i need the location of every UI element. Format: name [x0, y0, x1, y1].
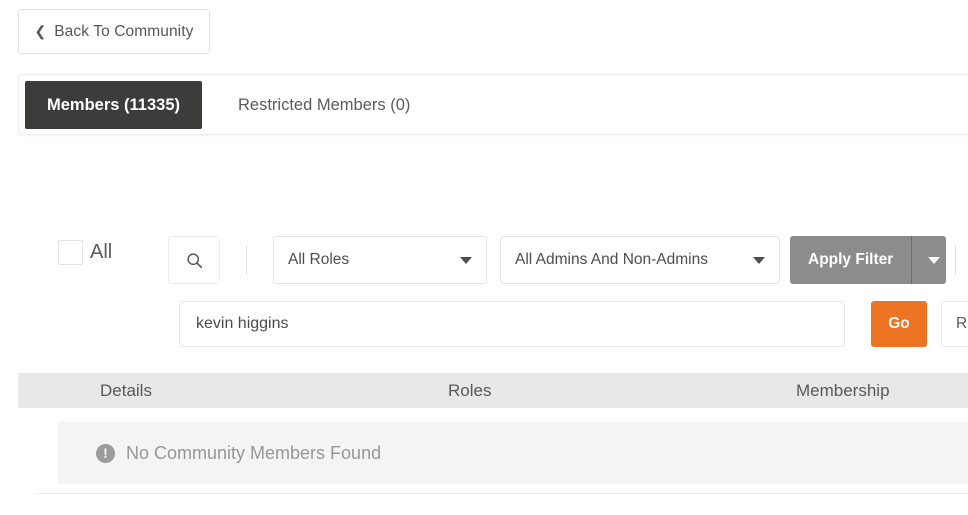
- tab-bar: Members (11335) Restricted Members (0): [18, 74, 968, 135]
- column-header-membership: Membership: [796, 380, 890, 400]
- role-filter-value: All Roles: [288, 251, 350, 268]
- members-management-page: ❮ Back To Community Members (11335) Rest…: [0, 0, 968, 515]
- reset-button-label: Reset: [956, 315, 968, 332]
- tab-restricted-members[interactable]: Restricted Members (0): [216, 81, 432, 129]
- tab-members-label: Members (11335): [47, 95, 180, 114]
- search-icon-button[interactable]: [168, 236, 220, 284]
- search-icon: [186, 252, 202, 268]
- chevron-left-icon: ❮: [34, 22, 47, 39]
- apply-filter-dropdown-toggle[interactable]: [911, 236, 947, 284]
- search-input[interactable]: [179, 301, 845, 347]
- go-button[interactable]: Go: [871, 301, 927, 347]
- chevron-down-icon: [928, 256, 941, 264]
- exclamation-circle-icon: !: [96, 443, 115, 463]
- role-filter-select[interactable]: All Roles: [273, 236, 487, 284]
- reset-button[interactable]: Reset: [941, 301, 968, 347]
- go-button-label: Go: [888, 315, 910, 332]
- back-to-community-label: Back To Community: [54, 22, 194, 40]
- empty-state-message: No Community Members Found: [126, 442, 382, 463]
- filter-toolbar: All All Roles All Admins And Non-Admins …: [0, 236, 968, 284]
- tab-members[interactable]: Members (11335): [25, 81, 202, 129]
- empty-state-row: ! No Community Members Found: [58, 422, 968, 484]
- column-header-details: Details: [100, 380, 152, 400]
- chevron-down-icon: [753, 256, 765, 264]
- select-all-wrapper[interactable]: All: [58, 240, 112, 265]
- admin-filter-select[interactable]: All Admins And Non-Admins: [500, 236, 780, 284]
- select-all-label: All: [90, 241, 113, 263]
- apply-filter-button[interactable]: Apply Filter: [790, 236, 912, 284]
- apply-filter-group[interactable]: Apply Filter: [790, 236, 947, 284]
- admin-filter-value: All Admins And Non-Admins: [515, 251, 708, 268]
- tab-restricted-members-label: Restricted Members (0): [238, 95, 411, 114]
- toolbar-divider: [246, 245, 247, 275]
- select-all-checkbox[interactable]: [58, 240, 83, 265]
- column-header-roles: Roles: [448, 380, 492, 400]
- bottom-divider: [36, 493, 968, 494]
- members-table-header: Details Roles Membership: [18, 373, 968, 408]
- apply-filter-label: Apply Filter: [808, 251, 894, 268]
- chevron-down-icon: [460, 256, 472, 264]
- toolbar-divider-right: [955, 245, 956, 275]
- search-toolbar: Go Reset: [0, 301, 968, 347]
- back-to-community-button[interactable]: ❮ Back To Community: [18, 9, 210, 54]
